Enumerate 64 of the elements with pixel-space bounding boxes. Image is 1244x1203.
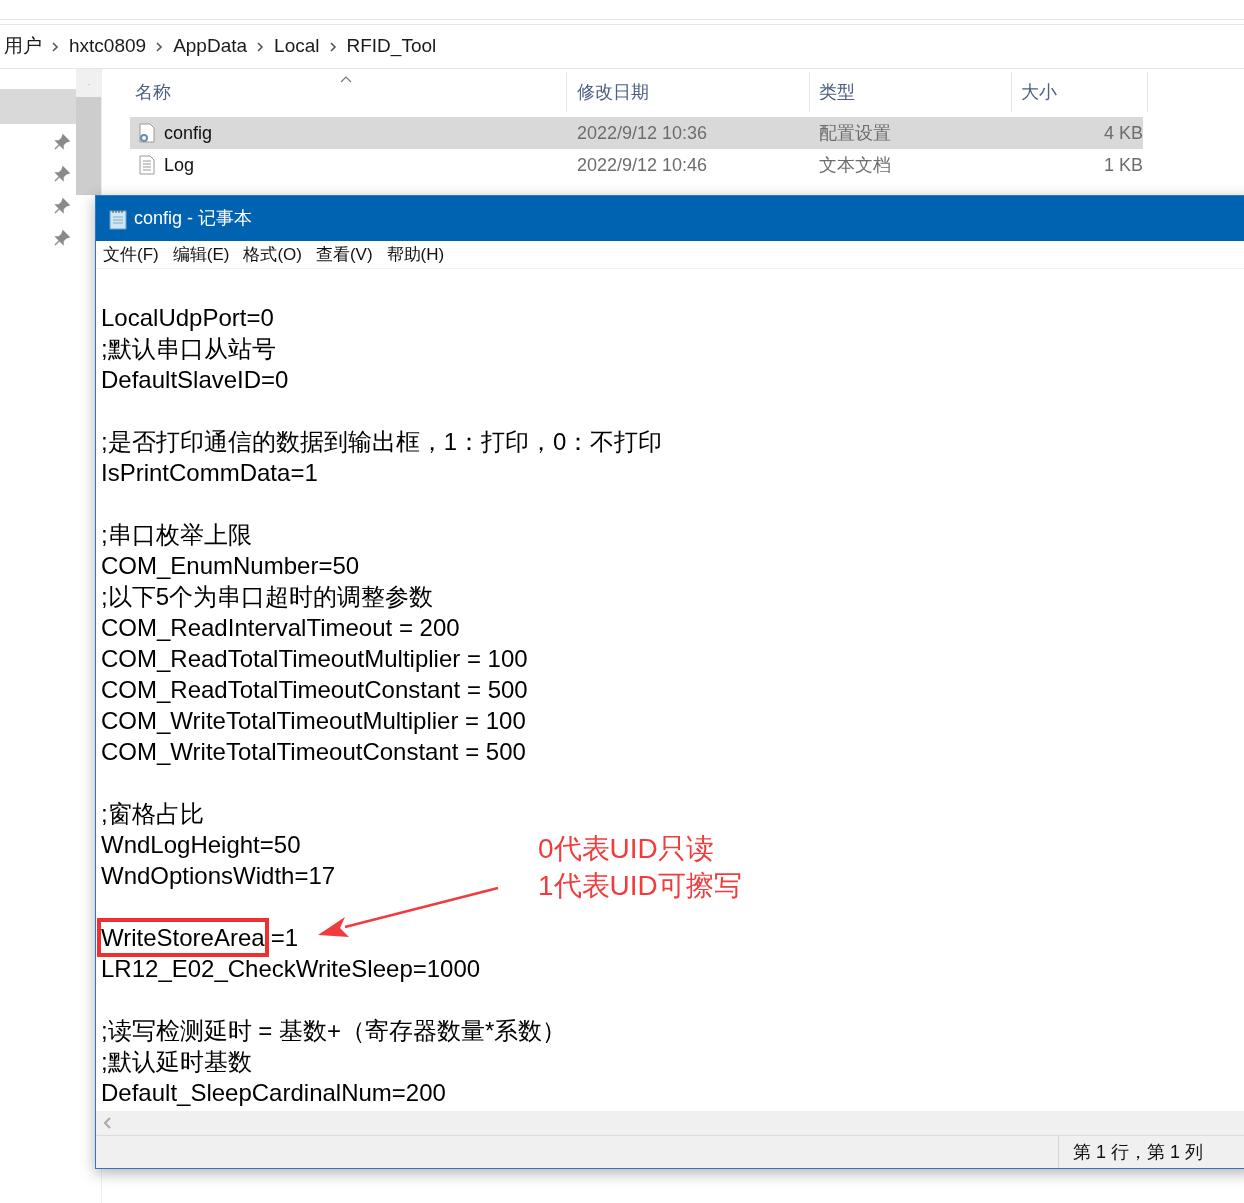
text-line: ;默认延时基数 [101, 1047, 252, 1077]
column-header[interactable]: 大小 [1012, 72, 1148, 112]
breadcrumb-item[interactable]: RFID_Tool [346, 32, 437, 61]
file-type: 配置设置 [818, 121, 892, 145]
chevron-icon [156, 41, 164, 52]
text-line: Default_SleepCardinalNum=200 [101, 1078, 446, 1108]
modified-date: 2022/9/12 10:36 [576, 121, 709, 145]
notepad-icon [108, 207, 128, 230]
text-line: COM_WriteTotalTimeoutMultiplier = 100 [101, 706, 526, 736]
column-header[interactable]: 类型 [810, 72, 1012, 112]
file-name: config [164, 121, 213, 145]
text-line: LocalUdpPort=0 [101, 303, 274, 333]
text-line: IsPrintCommData=1 [101, 458, 318, 488]
text-line: ;默认串口从站号 [101, 334, 276, 364]
menu-item[interactable]: 格式(O) [243, 241, 302, 268]
text-line: COM_WriteTotalTimeoutConstant = 500 [101, 737, 526, 767]
pin-icon [54, 166, 70, 182]
annotation-text: 1代表UID可擦写 [538, 869, 742, 903]
file-name: Log [164, 153, 195, 177]
menu-item[interactable]: 文件(F) [103, 241, 159, 268]
scrollbar[interactable] [76, 69, 101, 195]
pin-icon [54, 198, 70, 214]
text-line: COM_ReadTotalTimeoutMultiplier = 100 [101, 644, 528, 674]
text-line: ;串口枚举上限 [101, 520, 252, 550]
text-line: COM_ReadTotalTimeoutConstant = 500 [101, 675, 528, 705]
pin-icon [54, 134, 70, 150]
menu-item[interactable]: 编辑(E) [172, 241, 230, 268]
breadcrumb-item[interactable]: AppData [173, 32, 248, 61]
text-line: DefaultSlaveID=0 [101, 365, 289, 395]
text-line: ;读写检测延时 = 基数+（寄存器数量*系数） [101, 1016, 567, 1046]
horizontal-scrollbar[interactable] [96, 1111, 1244, 1136]
cursor-position: 第 1 行，第 1 列 [1058, 1136, 1204, 1168]
annotation-text: 0代表UID只读 [538, 832, 715, 866]
text-line: LR12_E02_CheckWriteSleep=1000 [101, 954, 481, 984]
text-line: WndOptionsWidth=17 [101, 861, 336, 891]
window-title: config - 记事本 [134, 207, 253, 230]
file-size: 1 KB [1102, 153, 1143, 177]
file-row[interactable]: config 2022/9/12 10:36 配置设置 4 KB [130, 117, 1143, 149]
text-line-value: =1 [270, 923, 298, 953]
text-line: WndLogHeight=50 [101, 830, 301, 860]
column-header[interactable]: 修改日期 [567, 72, 810, 112]
menu-item[interactable]: 查看(V) [315, 241, 373, 268]
text-line: COM_ReadIntervalTimeout = 200 [101, 613, 460, 643]
sort-caret-icon [340, 76, 352, 83]
text-line: ;是否打印通信的数据到输出框，1：打印，0：不打印 [101, 427, 663, 457]
scroll-left-icon [104, 1117, 112, 1129]
text-line: ;以下5个为串口超时的调整参数 [101, 582, 433, 612]
file-type: 文本文档 [818, 153, 892, 177]
modified-date: 2022/9/12 10:46 [576, 153, 709, 177]
breadcrumb-item[interactable]: 用户 [4, 32, 42, 61]
chevron-icon [257, 41, 265, 52]
settings-file-icon [138, 123, 156, 143]
breadcrumb-item[interactable]: hxtc0809 [69, 32, 147, 61]
text-line: ;窗格占比 [101, 799, 204, 829]
text-line: COM_EnumNumber=50 [101, 551, 360, 581]
menu-item[interactable]: 帮助(H) [386, 241, 445, 268]
breadcrumb-item[interactable]: Local [274, 32, 320, 61]
pin-icon [54, 230, 70, 246]
file-size: 4 KB [1102, 121, 1143, 145]
chevron-icon [329, 41, 337, 52]
column-header[interactable]: 名称 [130, 72, 567, 112]
text-file-icon [138, 155, 156, 175]
chevron-icon [52, 41, 59, 52]
nav-item-highlight[interactable] [0, 89, 76, 124]
